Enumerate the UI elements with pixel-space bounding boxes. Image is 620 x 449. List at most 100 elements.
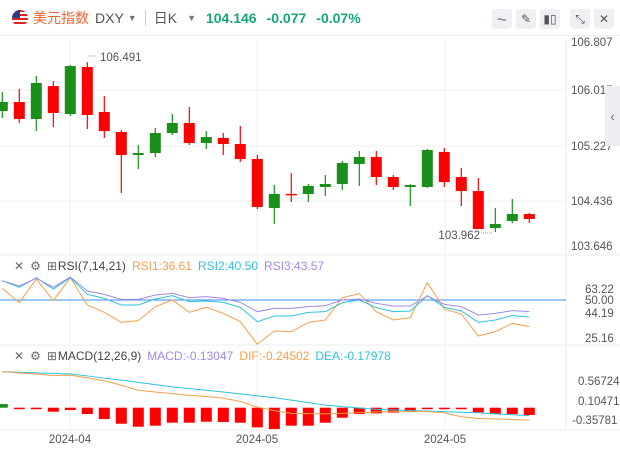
macd-histogram-bar xyxy=(438,407,450,410)
candle-body xyxy=(0,102,8,112)
candle-body xyxy=(13,102,25,119)
candle xyxy=(47,80,59,127)
macd-histogram-bar xyxy=(200,407,212,422)
candle xyxy=(302,183,314,202)
rsi-title: RSI(7,14,21) xyxy=(57,259,126,273)
draw-icon[interactable]: ✎ xyxy=(516,9,536,29)
candle-body xyxy=(251,158,263,207)
candle-body xyxy=(404,185,416,187)
candle-body xyxy=(336,162,348,184)
macd-histogram-bar xyxy=(472,407,484,413)
x-axis-date-label: 2024-05 xyxy=(424,434,466,446)
macd-histogram-bar xyxy=(319,407,331,423)
candle-body xyxy=(30,83,42,119)
candle xyxy=(472,177,484,230)
rsi-axis-label: 44.19 xyxy=(585,308,614,320)
high-price-annotation: 106.491 xyxy=(100,52,142,64)
x-axis-date-label: 2024-04 xyxy=(49,434,92,446)
period-selector[interactable]: 日K xyxy=(154,8,177,28)
close-icon[interactable]: ✕ xyxy=(594,9,614,29)
candle-body xyxy=(353,157,365,164)
price-axis-label: 103.646 xyxy=(571,241,613,253)
macd-histogram-bar xyxy=(149,407,161,426)
macd-histogram-bar xyxy=(506,407,518,415)
low-price-annotation: 103.962 xyxy=(438,230,480,242)
macd-histogram-bar xyxy=(81,407,93,415)
candle xyxy=(13,89,25,124)
us-flag-icon xyxy=(12,9,28,26)
price-axis-label: 106.807 xyxy=(571,37,613,49)
macd-histogram-bar xyxy=(489,407,501,415)
collapse-panel-button[interactable]: ‹ xyxy=(605,86,620,146)
macd-histogram-bar xyxy=(217,407,229,423)
candle xyxy=(268,185,280,224)
macd-title: MACD(12,26,9) xyxy=(57,349,142,363)
macd-histogram-bar xyxy=(0,404,8,408)
candle-body xyxy=(506,214,518,221)
instrument-name[interactable]: 美元指数 xyxy=(33,8,89,28)
remove-indicator-icon[interactable]: ✕ xyxy=(14,349,24,363)
candle xyxy=(319,174,331,196)
candle xyxy=(438,148,450,187)
price-change-percent: -0.07% xyxy=(316,9,361,26)
candle-body xyxy=(149,132,161,153)
macd-histogram-bar xyxy=(64,407,76,411)
macd-histogram-bar xyxy=(30,407,42,410)
candle xyxy=(132,145,144,169)
candle-body xyxy=(455,177,467,192)
macd-axis-label: 0.56724 xyxy=(578,376,620,388)
macd-axis-label: -0.35781 xyxy=(572,415,617,427)
candle-body xyxy=(421,149,433,187)
candle xyxy=(0,91,8,118)
candle-type-icon[interactable]: ▮▯ xyxy=(540,9,560,29)
divider xyxy=(144,9,146,26)
candle xyxy=(489,208,501,232)
remove-indicator-icon[interactable]: ✕ xyxy=(14,259,24,273)
candle xyxy=(234,126,246,162)
period-dropdown-icon[interactable]: ▼ xyxy=(187,13,196,23)
price-change: -0.077 xyxy=(266,9,307,26)
x-axis-date-label: 2024-05 xyxy=(236,434,278,446)
candle-body xyxy=(302,185,314,195)
candle xyxy=(404,183,416,207)
candle-body xyxy=(183,123,195,144)
indicator-icon[interactable]: ⏦ xyxy=(492,9,512,29)
candle xyxy=(115,129,127,193)
candle xyxy=(149,128,161,158)
candle xyxy=(98,95,110,138)
rsi1-line xyxy=(1,276,530,346)
shrink-icon[interactable]: ⤡ xyxy=(570,9,590,29)
macd-histogram-bar xyxy=(421,407,433,410)
symbol-dropdown-icon[interactable]: ▼ xyxy=(128,13,137,23)
expand-icon[interactable]: ⊞ xyxy=(47,349,57,363)
candle-body xyxy=(285,193,297,196)
chart-canvas[interactable]: 106.807106.017105.227104.436103.646106.4… xyxy=(0,0,620,449)
macd-histogram-bar xyxy=(285,407,297,426)
candle xyxy=(370,151,382,186)
candle-body xyxy=(268,194,280,209)
chart-header: 美元指数 DXY ▼ 日K ▼ 104.146 -0.077 -0.07% ⏦ … xyxy=(0,0,620,36)
macd-histogram-bar xyxy=(523,407,535,416)
candle xyxy=(251,154,263,209)
macd-histogram-bar xyxy=(302,407,314,426)
candle-body xyxy=(166,123,178,133)
macd-histogram-bar xyxy=(47,407,59,412)
price-axis-label: 104.436 xyxy=(571,196,613,208)
candle xyxy=(523,212,535,224)
candle-body xyxy=(47,86,59,113)
candle-body xyxy=(438,151,450,182)
macd-histogram-bar xyxy=(455,407,467,410)
instrument-symbol[interactable]: DXY xyxy=(95,10,124,26)
macd-legend: ✕ ⚙ ⊞ MACD(12,26,9) MACD:-0.13047 DIF:-0… xyxy=(14,349,391,363)
rsi1-value: RSI1:36.61 xyxy=(131,259,192,273)
candle xyxy=(387,174,399,190)
expand-icon[interactable]: ⊞ xyxy=(47,259,57,273)
candle xyxy=(421,148,433,189)
candle-body xyxy=(64,66,76,115)
settings-gear-icon[interactable]: ⚙ xyxy=(30,259,41,273)
candle-body xyxy=(132,152,144,155)
candle-body xyxy=(81,66,93,115)
rsi-legend: ✕ ⚙ ⊞ RSI(7,14,21) RSI1:36.61 RSI2:40.50… xyxy=(14,259,324,273)
settings-gear-icon[interactable]: ⚙ xyxy=(30,349,41,363)
candle-body xyxy=(319,183,331,187)
